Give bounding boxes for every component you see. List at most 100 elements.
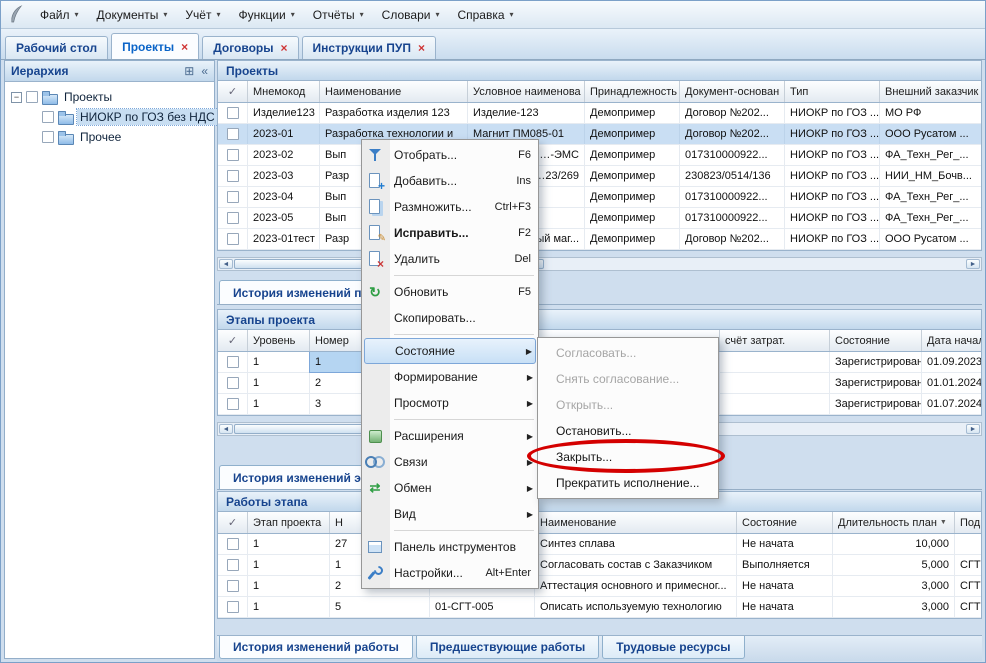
context-menu-item-appearance[interactable]: Вид▶	[364, 501, 536, 527]
column-header-type[interactable]: Тип	[785, 81, 880, 102]
context-menu-item-settings[interactable]: Настройки...Alt+Enter	[364, 560, 536, 586]
column-header-state[interactable]: Состояние	[737, 512, 833, 533]
context-menu-item-preview[interactable]: Просмотр▶	[364, 390, 536, 416]
row-checkbox[interactable]	[227, 601, 239, 613]
context-menu-item-links[interactable]: Связи▶	[364, 449, 536, 475]
close-icon[interactable]: ×	[281, 42, 288, 54]
column-header-cost-calc[interactable]: счёт затрат.	[720, 330, 830, 351]
tree-checkbox[interactable]	[42, 111, 54, 123]
context-menu-item-duplicate[interactable]: Размножить...Ctrl+F3	[364, 194, 536, 220]
table-row[interactable]: Изделие123Разработка изделия 123Изделие-…	[218, 103, 981, 124]
tree-checkbox[interactable]	[26, 91, 38, 103]
column-header-base-document[interactable]: Документ-основан	[680, 81, 785, 102]
tree-checkbox[interactable]	[42, 131, 54, 143]
tree-item-prochee[interactable]: Прочее	[7, 127, 212, 147]
table-row[interactable]: 1501-СГТ-005Описать используемую техноло…	[218, 597, 981, 618]
table-row[interactable]: 2023-01тестРазр…ый маг...ДемопримерДогов…	[218, 229, 981, 250]
tab-desktop[interactable]: Рабочий стол	[5, 36, 108, 59]
menubar-item-documents[interactable]: Документы▾	[88, 4, 177, 26]
context-menu-item-extensions[interactable]: Расширения▶	[364, 423, 536, 449]
table-row[interactable]: 11Согласовать состав с ЗаказчикомВыполня…	[218, 555, 981, 576]
scroll-right-arrow-icon[interactable]: ►	[966, 424, 980, 434]
submenu-item-close[interactable]: Закрыть...	[540, 444, 716, 470]
column-header-ownership[interactable]: Принадлежность	[585, 81, 680, 102]
context-menu-item-copy[interactable]: Скопировать...	[364, 305, 536, 331]
context-menu-item-toolbar-panel[interactable]: Панель инструментов	[364, 534, 536, 560]
column-header-name[interactable]: Наименование	[535, 512, 737, 533]
row-checkbox[interactable]	[227, 128, 239, 140]
column-header-external-customer[interactable]: Внешний заказчик	[880, 81, 982, 102]
context-menu-item-filter[interactable]: Отобрать...F6	[364, 142, 536, 168]
close-icon[interactable]: ×	[418, 42, 425, 54]
context-menu-item-delete[interactable]: УдалитьDel	[364, 246, 536, 272]
table-row[interactable]: 2023-05ВыпДемопример017310000922...НИОКР…	[218, 208, 981, 229]
row-checkbox[interactable]	[227, 538, 239, 550]
column-header-plan-start-date[interactable]: Дата начала план	[922, 330, 982, 351]
context-menu-item-edit[interactable]: Исправить...F2	[364, 220, 536, 246]
projects-horizontal-scrollbar[interactable]: ◄ ►	[217, 257, 982, 271]
close-icon[interactable]: ×	[181, 41, 188, 53]
column-header-conditional-name[interactable]: Условное наименова	[468, 81, 585, 102]
bottom-tab-labor-resources[interactable]: Трудовые ресурсы	[602, 636, 744, 659]
tree-expander-icon[interactable]: −	[11, 92, 22, 103]
column-header-project-stage[interactable]: Этап проекта	[248, 512, 330, 533]
cell-state: Зарегистрирован	[830, 373, 922, 393]
scroll-left-arrow-icon[interactable]: ◄	[219, 424, 233, 434]
context-menu-item-refresh[interactable]: ОбновитьF5	[364, 279, 536, 305]
row-checkbox[interactable]	[227, 377, 239, 389]
submenu-item-remove-approval[interactable]: Снять согласование...	[540, 366, 716, 392]
row-checkbox[interactable]	[227, 233, 239, 245]
column-header-check[interactable]: ✓	[218, 512, 248, 533]
row-checkbox[interactable]	[227, 170, 239, 182]
tab-instructions[interactable]: Инструкции ПУП×	[302, 36, 436, 59]
context-menu-item-add[interactable]: Добавить...Ins	[364, 168, 536, 194]
table-row[interactable]: 127Синтез сплаваНе начата10,000	[218, 534, 981, 555]
menubar-item-functions[interactable]: Функции▾	[229, 4, 303, 26]
tab-stage-change-history[interactable]: История изменений э...	[219, 465, 385, 489]
table-row[interactable]: 12Аттестация основного и примесног...Не …	[218, 576, 981, 597]
menubar-item-reports[interactable]: Отчёты▾	[304, 4, 373, 26]
column-header-check[interactable]: ✓	[218, 330, 248, 351]
row-checkbox[interactable]	[227, 191, 239, 203]
submenu-item-approve[interactable]: Согласовать...	[540, 340, 716, 366]
column-header-mnemocode[interactable]: Мнемокод	[248, 81, 320, 102]
tab-contracts[interactable]: Договоры×	[202, 36, 298, 59]
row-checkbox[interactable]	[227, 398, 239, 410]
table-row[interactable]: 2023-03Разр…23/269Демопример230823/0514/…	[218, 166, 981, 187]
table-row[interactable]: 2023-01Разработка технологии иМагнит ПМ0…	[218, 124, 981, 145]
table-row[interactable]: 2023-02Вып…-ЭМСДемопример017310000922...…	[218, 145, 981, 166]
row-checkbox[interactable]	[227, 149, 239, 161]
tree-item-niokr-goz-bez-nds[interactable]: НИОКР по ГОЗ без НДС	[7, 107, 212, 127]
scroll-right-arrow-icon[interactable]: ►	[966, 259, 980, 269]
context-menu-item-state[interactable]: Состояние▶	[364, 338, 536, 364]
column-header-level[interactable]: Уровень	[248, 330, 310, 351]
submenu-item-terminate[interactable]: Прекратить исполнение...	[540, 470, 716, 496]
column-header-plan-duration[interactable]: Длительность план▼	[833, 512, 955, 533]
column-header-name[interactable]: Наименование	[320, 81, 468, 102]
column-header-check[interactable]: ✓	[218, 81, 248, 102]
context-menu-item-formation[interactable]: Формирование▶	[364, 364, 536, 390]
menubar-item-accounting[interactable]: Учёт▾	[176, 4, 229, 26]
menubar-item-help[interactable]: Справка▾	[448, 4, 522, 26]
bottom-tab-preceding-works[interactable]: Предшествующие работы	[416, 636, 599, 659]
tree-item-projects-root[interactable]: −Проекты	[7, 87, 212, 107]
menubar-item-file[interactable]: Файл▾	[31, 4, 88, 26]
context-menu-item-exchange[interactable]: Обмен▶	[364, 475, 536, 501]
submenu-item-stop[interactable]: Остановить...	[540, 418, 716, 444]
bottom-tab-work-history[interactable]: История изменений работы	[219, 636, 413, 659]
column-header-number[interactable]: Номер	[310, 330, 365, 351]
panel-grid-icon[interactable]: ⊞	[184, 64, 194, 78]
column-header-state[interactable]: Состояние	[830, 330, 922, 351]
menubar-item-dictionaries[interactable]: Словари▾	[373, 4, 449, 26]
row-checkbox[interactable]	[227, 212, 239, 224]
row-checkbox[interactable]	[227, 107, 239, 119]
row-checkbox[interactable]	[227, 580, 239, 592]
table-row[interactable]: 2023-04ВыпДемопример017310000922...НИОКР…	[218, 187, 981, 208]
row-checkbox[interactable]	[227, 559, 239, 571]
column-header-department[interactable]: Подр	[955, 512, 982, 533]
row-checkbox[interactable]	[227, 356, 239, 368]
scroll-left-arrow-icon[interactable]: ◄	[219, 259, 233, 269]
collapse-panel-icon[interactable]: «	[201, 64, 208, 78]
submenu-item-open[interactable]: Открыть...	[540, 392, 716, 418]
tab-projects[interactable]: Проекты×	[111, 33, 199, 59]
